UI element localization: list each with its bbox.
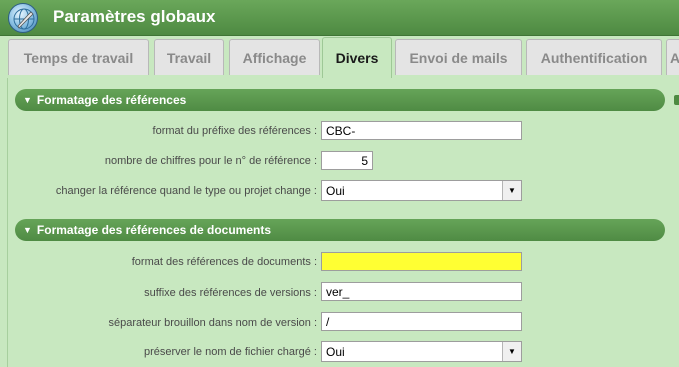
select-value: Oui <box>326 345 345 359</box>
window-title: Paramètres globaux <box>53 7 216 26</box>
field-label-version-suffix: suffixe des références de versions : <box>144 287 317 299</box>
select-value: Oui <box>326 184 345 198</box>
globe-wrench-icon <box>8 3 38 33</box>
chevron-down-icon[interactable]: ▼ <box>502 342 521 361</box>
prefix-input[interactable]: CBC- <box>321 121 522 140</box>
section-header-formatage-documents[interactable]: ▼ Formatage des références de documents <box>15 219 665 241</box>
field-label-prefix: format du préfixe des références : <box>152 125 317 137</box>
title-bar: Paramètres globaux <box>0 0 679 36</box>
field-label-draft-separator: séparateur brouillon dans nom de version… <box>108 317 317 329</box>
tab-affichage[interactable]: Affichage <box>229 39 320 75</box>
tab-envoi-de-mails[interactable]: Envoi de mails <box>395 39 522 75</box>
tab-authentification[interactable]: Authentification <box>526 39 662 75</box>
preserve-filename-select[interactable]: Oui ▼ <box>321 341 522 362</box>
field-label-digits: nombre de chiffres pour le n° de référen… <box>104 155 317 167</box>
field-label-change-reference: changer la référence quand le type ou pr… <box>55 185 317 197</box>
tab-strip: Temps de travail Travail Affichage Diver… <box>0 36 679 78</box>
field-label-doc-format: format des références de documents : <box>131 256 317 268</box>
field-label-preserve-filename: préserver le nom de fichier chargé : <box>143 346 317 358</box>
version-suffix-input[interactable]: ver_ <box>321 282 522 301</box>
tab-travail[interactable]: Travail <box>154 39 224 75</box>
section-title: Formatage des références de documents <box>36 223 272 237</box>
section-header-formatage-references[interactable]: ▼ Formatage des références <box>15 89 665 111</box>
scroll-indicator[interactable] <box>674 95 679 105</box>
change-reference-select[interactable]: Oui ▼ <box>321 180 522 201</box>
tab-overflow[interactable]: A <box>666 39 679 75</box>
chevron-down-icon[interactable]: ▼ <box>502 181 521 200</box>
doc-format-input[interactable] <box>321 252 522 271</box>
collapse-caret-icon: ▼ <box>23 95 32 105</box>
panel-edge <box>671 78 679 367</box>
tab-temps-de-travail[interactable]: Temps de travail <box>8 39 149 75</box>
digits-input[interactable]: 5 <box>321 151 373 170</box>
draft-separator-input[interactable]: / <box>321 312 522 331</box>
collapse-caret-icon: ▼ <box>23 225 32 235</box>
tab-divers[interactable]: Divers <box>322 37 392 78</box>
section-title: Formatage des références <box>36 93 187 107</box>
